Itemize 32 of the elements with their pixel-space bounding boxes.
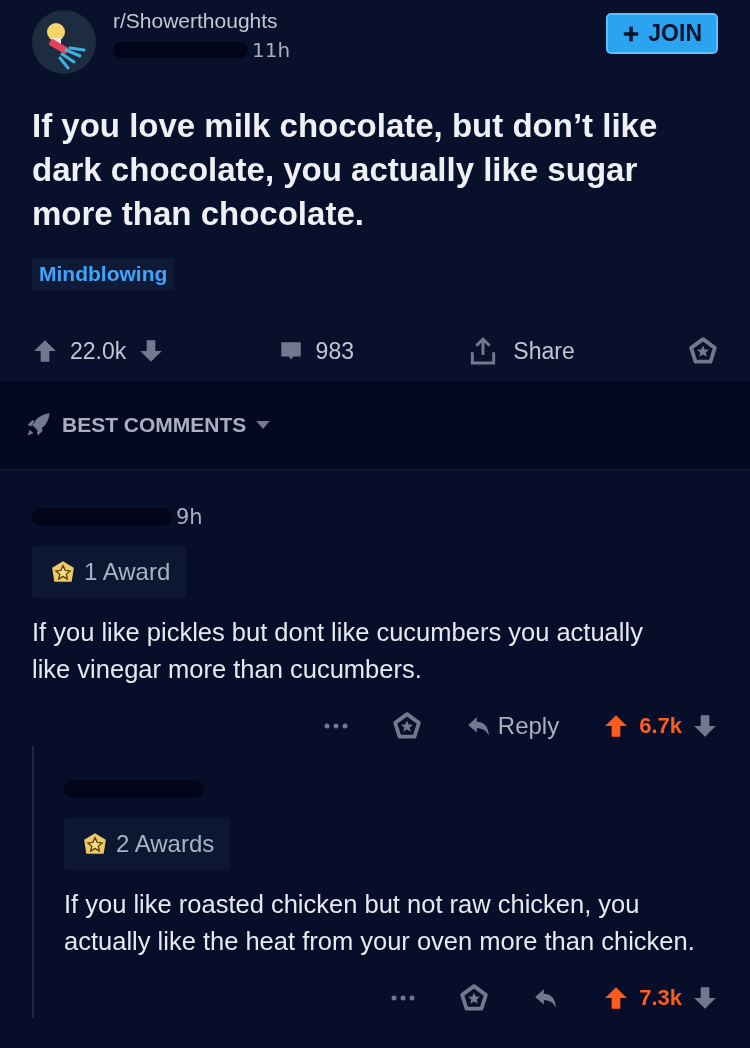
comment-count: 983 [315,337,354,365]
comment-text: If you like pickles but dont like cucumbers you actually like vinegar more than cucumbers. [32,617,644,685]
comment-text: If you like roasted chicken but not raw chicken, you actually like the heat from your oven more than chicken. [64,889,696,957]
awards-count: 2 Awards [116,830,215,858]
sort-button[interactable]: BEST COMMENTS [24,411,271,439]
reply-button[interactable]: Reply [465,712,560,740]
subreddit-name[interactable]: r/Showerthoughts [113,10,590,32]
award-medal-icon [82,831,108,857]
award-icon[interactable] [459,983,490,1013]
award-medal-icon [50,559,76,585]
post-flair[interactable]: Mindblowing [32,258,175,290]
award-icon[interactable] [391,711,422,741]
more-options-icon[interactable] [323,723,348,729]
plus-icon [622,24,641,43]
downvote-icon[interactable] [692,985,718,1011]
upvote-icon[interactable] [32,338,58,364]
join-button[interactable]: JOIN [606,13,718,54]
vote-score: 22.0k [70,337,127,365]
downvote-icon[interactable] [692,713,718,739]
vote-score: 7.3k [639,985,682,1011]
vote-score: 6.7k [639,713,682,739]
award-icon[interactable] [688,336,718,366]
awards-badge[interactable]: 1 Award [32,546,187,598]
caret-icon [256,420,271,430]
awards-badge[interactable]: 2 Awards [64,818,231,870]
awards-count: 1 Award [84,558,171,586]
subreddit-avatar-icon[interactable] [32,10,96,74]
more-options-icon[interactable] [391,995,416,1001]
post-title: If you love milk chocolate, but don’t like dark chocolate, you actually like sugar more than chocolate. [32,106,659,234]
comment-age: 9h [176,505,203,529]
share-button[interactable]: Share [467,335,575,367]
post-age: 11h [252,38,291,62]
